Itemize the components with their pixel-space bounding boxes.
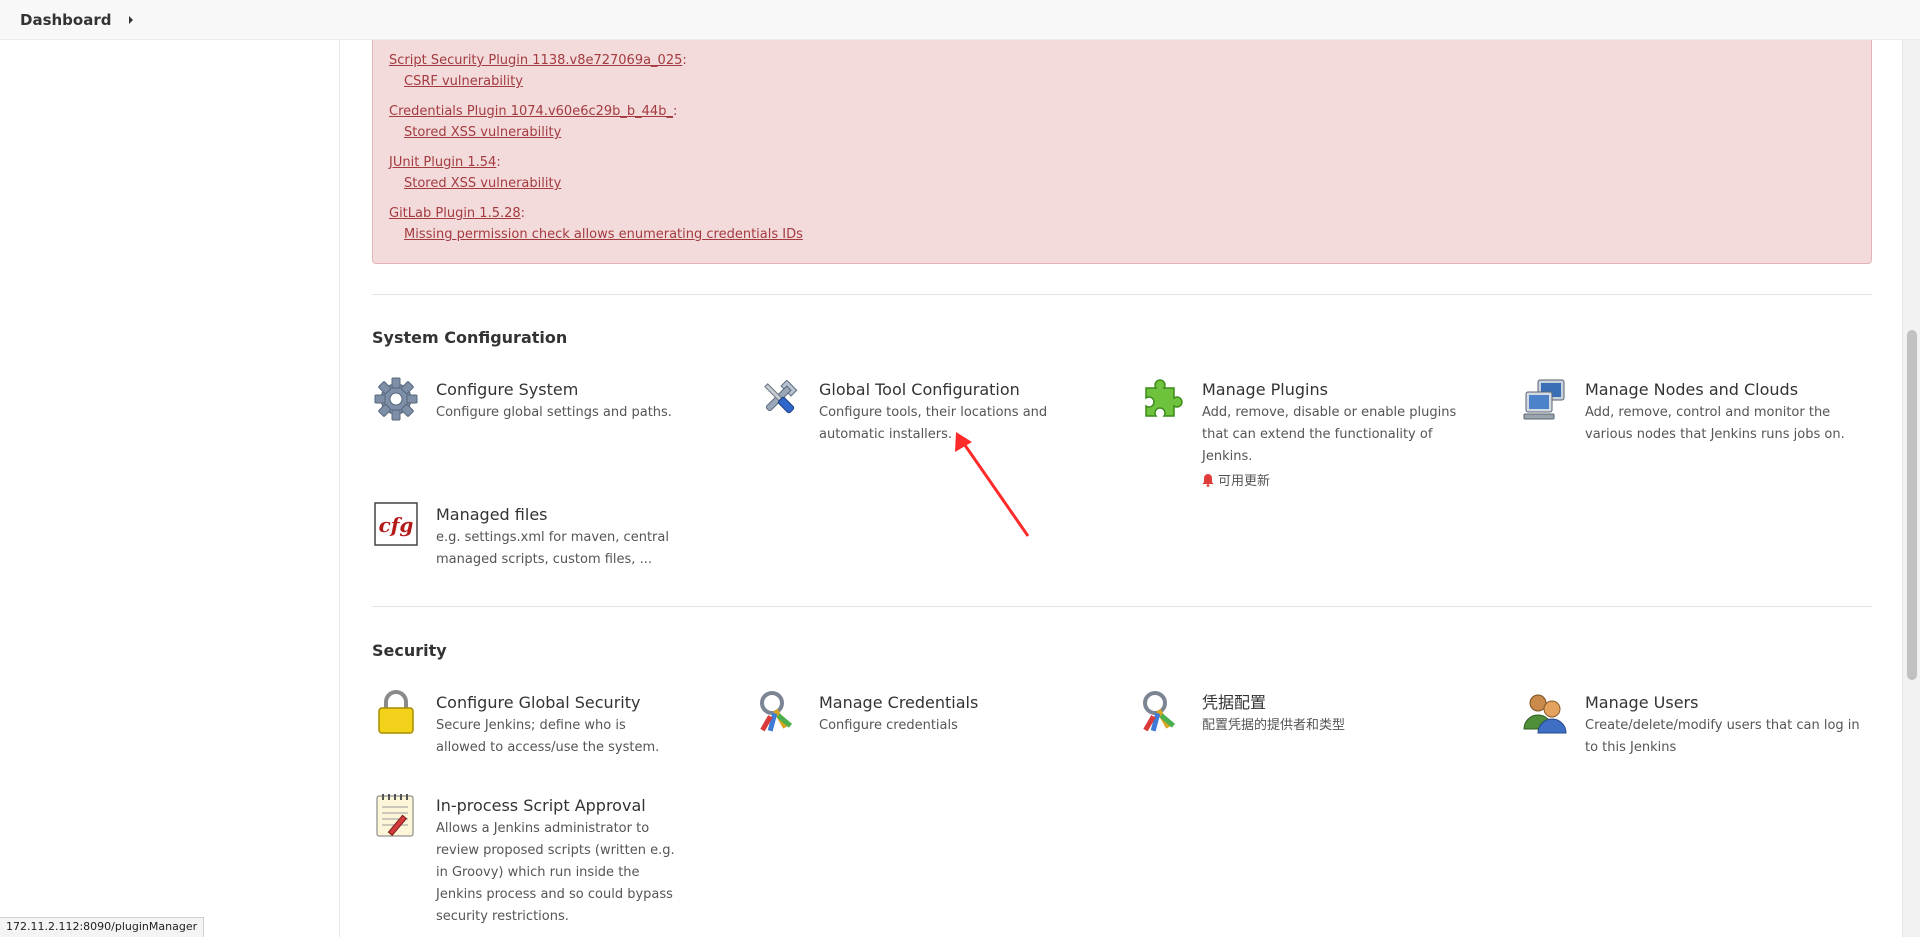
tile-title: Managed files	[436, 505, 548, 524]
tile-configure-system[interactable]: Configure System Configure global settin…	[372, 376, 732, 424]
vulnerability-link[interactable]: Missing permission check allows enumerat…	[404, 227, 803, 242]
updates-available-badge[interactable]: 可用更新	[1202, 470, 1458, 489]
tile-description: Create/delete/modify users that can log …	[1585, 718, 1860, 755]
badge-label: 可用更新	[1218, 474, 1271, 489]
tile-title: Configure System	[436, 380, 579, 399]
tile-manage-plugins[interactable]: Manage Plugins Add, remove, disable or e…	[1138, 376, 1458, 489]
top-bar: Dashboard	[0, 0, 1920, 40]
alert-item: JUnit Plugin 1.54: Stored XSS vulnerabil…	[389, 155, 562, 191]
cfg-icon: cfg	[372, 501, 420, 549]
tile-description: Configure tools, their locations and aut…	[819, 405, 1048, 442]
tile-title: Manage Credentials	[819, 693, 979, 712]
tile-title: In-process Script Approval	[436, 796, 646, 815]
tile-manage-credentials[interactable]: Manage Credentials Configure credentials	[755, 689, 1055, 737]
section-title-security: Security	[372, 641, 447, 660]
breadcrumb-dashboard[interactable]: Dashboard	[20, 11, 111, 29]
tile-description: e.g. settings.xml for maven, central man…	[436, 530, 669, 567]
tile-managed-files[interactable]: cfg Managed files e.g. settings.xml for …	[372, 501, 692, 571]
keys-icon	[1138, 689, 1186, 737]
tools-icon	[755, 376, 803, 424]
tile-global-tool-configuration[interactable]: Global Tool Configuration Configure tool…	[755, 376, 1055, 446]
plugin-link[interactable]: Credentials Plugin 1074.v60e6c29b_b_44b_	[389, 104, 673, 119]
keys-icon	[755, 689, 803, 737]
gear-icon	[372, 376, 420, 424]
bell-icon	[1202, 473, 1214, 487]
tile-title: Manage Plugins	[1202, 380, 1328, 399]
lock-icon	[372, 689, 420, 737]
scrollbar-thumb[interactable]	[1907, 330, 1917, 680]
tile-title: 凭据配置	[1202, 693, 1267, 712]
status-bar-url: 172.11.2.112:8090/pluginManager	[0, 917, 205, 937]
tile-title: Configure Global Security	[436, 693, 641, 712]
alert-item: GitLab Plugin 1.5.28: Missing permission…	[389, 206, 803, 242]
vulnerability-link[interactable]: Stored XSS vulnerability	[404, 176, 561, 191]
alert-item: Script Security Plugin 1138.v8e727069a_0…	[389, 53, 687, 89]
alert-item: Credentials Plugin 1074.v60e6c29b_b_44b_…	[389, 104, 678, 140]
tile-description: Configure credentials	[819, 718, 958, 733]
tile-title: Manage Nodes and Clouds	[1585, 380, 1799, 399]
tile-description: Allows a Jenkins administrator to review…	[436, 821, 675, 924]
tile-description: 配置凭据的提供者和类型	[1202, 718, 1346, 733]
tile-in-process-script-approval[interactable]: In-process Script Approval Allows a Jenk…	[372, 792, 682, 928]
computer-icon	[1521, 376, 1569, 424]
section-divider	[372, 294, 1872, 295]
plugin-link[interactable]: Script Security Plugin 1138.v8e727069a_0…	[389, 53, 682, 68]
tile-manage-nodes-and-clouds[interactable]: Manage Nodes and Clouds Add, remove, con…	[1521, 376, 1861, 446]
breadcrumb-chevron-icon[interactable]	[129, 15, 134, 24]
vulnerability-link[interactable]: CSRF vulnerability	[404, 74, 523, 89]
tile-title: Global Tool Configuration	[819, 380, 1020, 399]
puzzle-icon	[1138, 376, 1186, 424]
users-icon	[1521, 689, 1569, 737]
security-warnings-alert: Script Security Plugin 1138.v8e727069a_0…	[372, 40, 1872, 264]
section-title-system-configuration: System Configuration	[372, 328, 568, 347]
tile-description: Add, remove, disable or enable plugins t…	[1202, 405, 1457, 464]
tile-description: Secure Jenkins; define who is allowed to…	[436, 718, 660, 755]
tile-manage-users[interactable]: Manage Users Create/delete/modify users …	[1521, 689, 1871, 759]
main-content: Script Security Plugin 1138.v8e727069a_0…	[340, 40, 1900, 937]
svg-text:cfg: cfg	[379, 513, 414, 537]
tile-description: Add, remove, control and monitor the var…	[1585, 405, 1845, 442]
section-divider	[372, 606, 1872, 607]
plugin-link[interactable]: GitLab Plugin 1.5.28	[389, 206, 521, 221]
sidebar	[0, 40, 340, 937]
tile-description: Configure global settings and paths.	[436, 405, 672, 420]
notepad-icon	[372, 792, 420, 840]
plugin-link[interactable]: JUnit Plugin 1.54	[389, 155, 496, 170]
vulnerability-link[interactable]: Stored XSS vulnerability	[404, 125, 561, 140]
tile-credential-configuration[interactable]: 凭据配置 配置凭据的提供者和类型	[1138, 689, 1438, 737]
tile-configure-global-security[interactable]: Configure Global Security Secure Jenkins…	[372, 689, 672, 759]
page-scrollbar[interactable]	[1902, 40, 1920, 937]
tile-title: Manage Users	[1585, 693, 1699, 712]
